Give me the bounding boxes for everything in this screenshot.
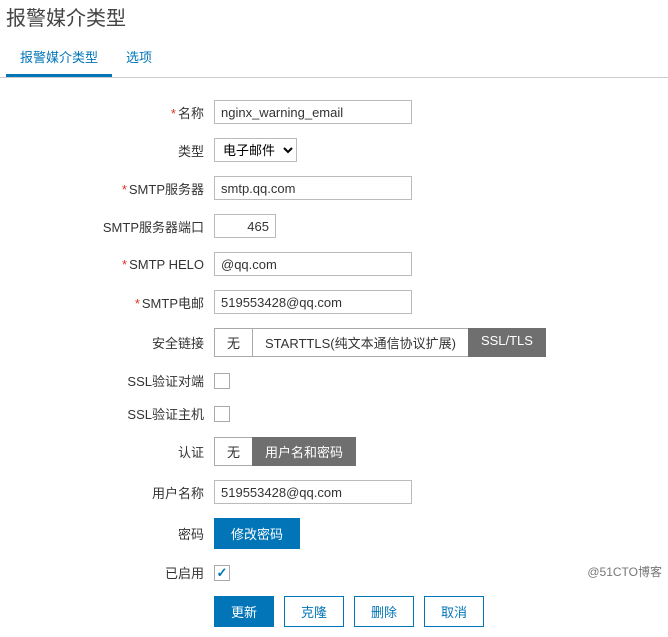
smtp-email-label: *SMTP电邮 <box>6 293 214 312</box>
smtp-server-label: *SMTP服务器 <box>6 179 214 198</box>
form-actions: 更新 克隆 删除 取消 <box>214 596 662 627</box>
auth-segment: 无 用户名和密码 <box>214 437 356 466</box>
smtp-server-input[interactable] <box>214 176 412 200</box>
type-label: 类型 <box>6 141 214 160</box>
cancel-button[interactable]: 取消 <box>424 596 484 627</box>
username-input[interactable] <box>214 480 412 504</box>
auth-none[interactable]: 无 <box>214 437 253 466</box>
smtp-helo-label: *SMTP HELO <box>6 257 214 272</box>
smtp-email-input[interactable] <box>214 290 412 314</box>
auth-userpass[interactable]: 用户名和密码 <box>252 437 356 466</box>
ssl-host-checkbox[interactable] <box>214 406 230 422</box>
ssl-peer-checkbox[interactable] <box>214 373 230 389</box>
clone-button[interactable]: 克隆 <box>284 596 344 627</box>
delete-button[interactable]: 删除 <box>354 596 414 627</box>
update-button[interactable]: 更新 <box>214 596 274 627</box>
security-none[interactable]: 无 <box>214 328 253 357</box>
security-label: 安全链接 <box>6 333 214 352</box>
page-title: 报警媒介类型 <box>0 0 668 39</box>
enabled-label: 已启用 <box>6 563 214 582</box>
type-select[interactable]: 电子邮件 <box>214 138 297 162</box>
smtp-port-input[interactable] <box>214 214 276 238</box>
enabled-checkbox[interactable] <box>214 565 230 581</box>
watermark: @51CTO博客 <box>587 563 662 580</box>
ssl-host-label: SSL验证主机 <box>6 404 214 423</box>
auth-label: 认证 <box>6 442 214 461</box>
name-input[interactable] <box>214 100 412 124</box>
smtp-port-label: SMTP服务器端口 <box>6 217 214 236</box>
security-ssltls[interactable]: SSL/TLS <box>468 328 546 357</box>
tab-media-types[interactable]: 报警媒介类型 <box>6 39 112 77</box>
tabs: 报警媒介类型 选项 <box>0 39 668 78</box>
security-segment: 无 STARTTLS(纯文本通信协议扩展) SSL/TLS <box>214 328 546 357</box>
tab-options[interactable]: 选项 <box>112 39 166 77</box>
name-label: *名称 <box>6 103 214 122</box>
password-label: 密码 <box>6 524 214 543</box>
username-label: 用户名称 <box>6 483 214 502</box>
ssl-peer-label: SSL验证对端 <box>6 371 214 390</box>
smtp-helo-input[interactable] <box>214 252 412 276</box>
change-password-button[interactable]: 修改密码 <box>214 518 300 549</box>
form: *名称 类型 电子邮件 *SMTP服务器 SMTP服务器端口 *SMTP HEL… <box>0 78 668 637</box>
security-starttls[interactable]: STARTTLS(纯文本通信协议扩展) <box>252 328 469 357</box>
